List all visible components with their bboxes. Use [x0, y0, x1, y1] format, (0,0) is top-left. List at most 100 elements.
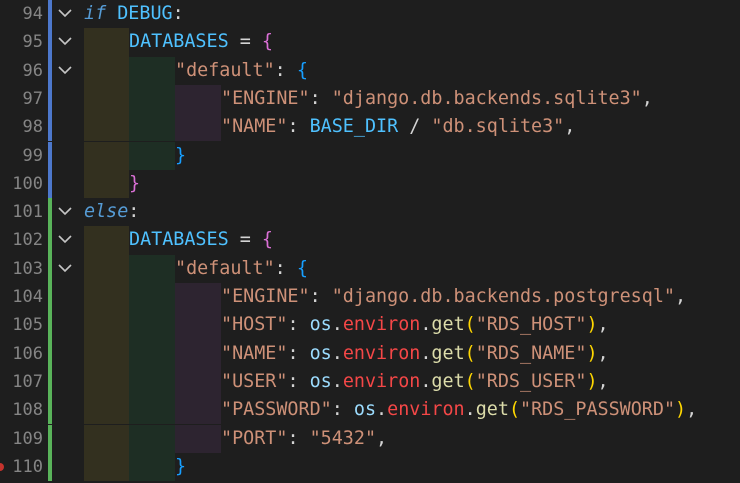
line-number: 94 — [22, 4, 43, 24]
indent-guide — [129, 141, 175, 170]
gutter-change-marker — [48, 113, 52, 142]
code-text: "PASSWORD": os.environ.get("RDS_PASSWORD… — [221, 399, 698, 421]
gutter-change-marker — [48, 141, 52, 170]
indent-guide — [129, 424, 175, 453]
code-text: } — [129, 172, 141, 194]
indent-guide — [175, 367, 221, 397]
code-text: "NAME": BASE_DIR / "db.sqlite3", — [221, 116, 576, 138]
code-line[interactable]: 95 DATABASES = { — [0, 28, 740, 57]
code-line[interactable]: 94 if DEBUG: — [0, 0, 740, 29]
code-line[interactable]: 105 "HOST": os.environ.get("RDS_HOST"), — [0, 311, 740, 340]
code-line[interactable]: 99 } — [0, 141, 740, 170]
chevron-down-icon[interactable] — [58, 28, 76, 56]
line-number: 96 — [22, 60, 43, 81]
gutter-add-marker — [48, 254, 52, 283]
indent-guide — [84, 28, 129, 57]
code-line[interactable]: 106 "NAME": os.environ.get("RDS_NAME"), — [0, 339, 740, 368]
line-number: 106 — [12, 343, 43, 364]
gutter-change-marker — [48, 169, 52, 199]
indent-guide — [84, 84, 129, 114]
code-line[interactable]: 102 DATABASES = { — [0, 226, 740, 255]
code-text: "NAME": os.environ.get("RDS_NAME"), — [221, 342, 609, 364]
line-number: 98 — [22, 117, 43, 138]
gutter-change-marker — [48, 28, 52, 57]
indent-guide — [84, 226, 129, 255]
line-number: 103 — [12, 258, 43, 279]
line-number: 102 — [12, 230, 43, 251]
code-line[interactable]: 96 "default": { — [0, 56, 740, 85]
line-number: 95 — [22, 32, 43, 53]
gutter-add-marker — [48, 424, 52, 453]
line-number: 99 — [22, 145, 43, 166]
indent-guide — [129, 311, 175, 340]
indent-guide — [175, 339, 221, 368]
code-text: else: — [84, 201, 140, 223]
code-text: "USER": os.environ.get("RDS_USER"), — [221, 370, 609, 392]
gutter-add-marker — [48, 452, 52, 482]
gutter-add-marker — [48, 311, 52, 340]
code-text: "PORT": "5432", — [221, 427, 388, 449]
gutter-change-marker — [48, 56, 52, 85]
code-editor[interactable]: 94 if DEBUG: 95 DATABASES = { 96 "defaul… — [0, 0, 740, 483]
indent-guide — [84, 169, 129, 199]
code-line[interactable]: 107 "USER": os.environ.get("RDS_USER"), — [0, 367, 740, 397]
gutter-add-marker — [48, 198, 52, 227]
line-number: 100 — [12, 173, 43, 194]
chevron-down-icon[interactable] — [58, 226, 76, 254]
indent-guide — [129, 283, 175, 312]
indent-guide — [175, 396, 221, 425]
chevron-down-icon[interactable] — [58, 0, 76, 28]
indent-guide — [84, 283, 129, 312]
code-line[interactable]: 103 "default": { — [0, 254, 740, 283]
gutter-add-marker — [48, 283, 52, 312]
indent-guide — [84, 396, 129, 425]
line-number: 104 — [12, 287, 43, 307]
code-line[interactable]: 108 "PASSWORD": os.environ.get("RDS_PASS… — [0, 396, 740, 425]
line-number: 109 — [12, 428, 43, 449]
line-number: 101 — [12, 202, 43, 223]
code-line[interactable]: 109 "PORT": "5432", — [0, 424, 740, 453]
gutter-change-marker — [48, 84, 52, 114]
indent-guide — [84, 141, 129, 170]
indent-guide — [84, 424, 129, 453]
code-text: "default": { — [175, 59, 308, 81]
code-line[interactable]: 98 "NAME": BASE_DIR / "db.sqlite3", — [0, 113, 740, 142]
indent-guide — [129, 339, 175, 368]
code-text: "default": { — [175, 257, 308, 279]
code-line[interactable]: 101 else: — [0, 198, 740, 227]
indent-guide — [175, 311, 221, 340]
indent-guide — [129, 254, 175, 283]
code-text: } — [175, 455, 187, 477]
indent-guide — [175, 283, 221, 312]
code-line[interactable]: 97 "ENGINE": "django.db.backends.sqlite3… — [0, 84, 740, 114]
code-text: "ENGINE": "django.db.backends.postgresql… — [221, 286, 687, 307]
line-number: 110 — [12, 456, 43, 477]
chevron-down-icon[interactable] — [58, 57, 76, 85]
indent-guide — [175, 113, 221, 142]
code-line[interactable]: 100 } — [0, 169, 740, 199]
indent-guide — [84, 367, 129, 397]
indent-guide — [84, 311, 129, 340]
chevron-down-icon[interactable] — [58, 255, 76, 283]
indent-guide — [84, 113, 129, 142]
indent-guide — [175, 424, 221, 453]
gutter-add-marker — [48, 367, 52, 397]
line-number: 97 — [22, 88, 43, 109]
line-number: 105 — [12, 315, 43, 336]
indent-guide — [84, 452, 129, 482]
indent-guide — [129, 367, 175, 397]
indent-guide — [129, 396, 175, 425]
indent-guide — [129, 84, 175, 114]
code-line[interactable]: 110 } — [0, 452, 740, 482]
gutter-add-marker — [48, 226, 52, 255]
indent-guide — [84, 339, 129, 368]
indent-guide — [84, 254, 129, 283]
code-text: "ENGINE": "django.db.backends.sqlite3", — [221, 87, 653, 109]
code-line[interactable]: 104 "ENGINE": "django.db.backends.postgr… — [0, 283, 740, 312]
code-text: } — [175, 144, 187, 166]
code-text: DATABASES = { — [129, 229, 273, 251]
indent-guide — [84, 56, 129, 85]
indent-guide — [175, 84, 221, 114]
gutter-change-marker — [48, 0, 52, 29]
chevron-down-icon[interactable] — [58, 198, 76, 226]
